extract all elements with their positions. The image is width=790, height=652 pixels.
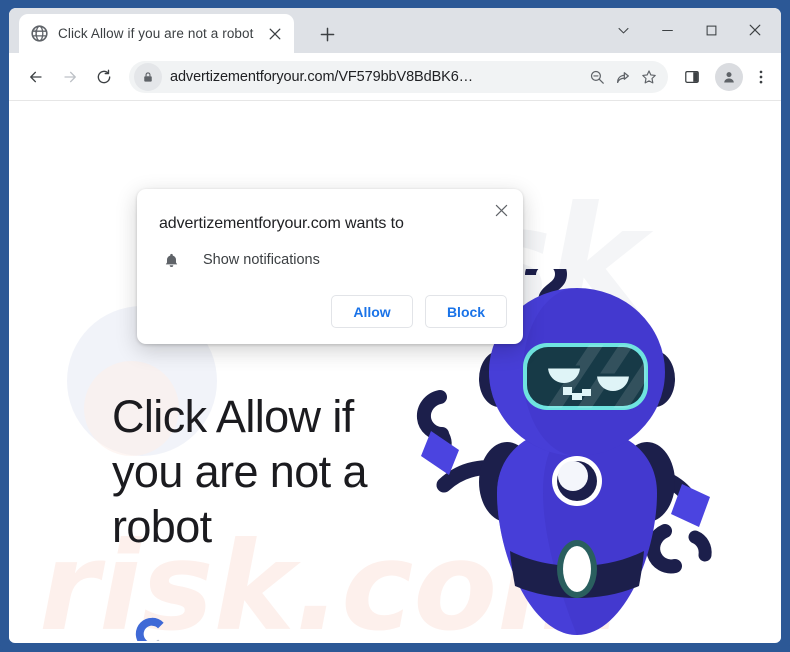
dialog-title: advertizementforyour.com wants to: [159, 215, 404, 232]
minimize-icon[interactable]: [645, 12, 689, 48]
profile-avatar-icon[interactable]: [715, 62, 743, 91]
tab-close-icon[interactable]: [264, 23, 286, 45]
notification-permission-dialog: advertizementforyour.com wants to Show n…: [137, 189, 523, 344]
browser-toolbar: advertizementforyour.com/VF579bbV8BdBK6…: [9, 53, 781, 101]
browser-chrome: Click Allow if you are not a robot adver…: [9, 8, 781, 643]
new-tab-button[interactable]: [314, 21, 340, 47]
tab-title: Click Allow if you are not a robot: [58, 26, 254, 41]
page-headline: Click Allow if you are not a robot: [112, 391, 367, 552]
maximize-icon[interactable]: [689, 12, 733, 48]
globe-icon: [31, 25, 48, 42]
reload-button[interactable]: [87, 60, 121, 94]
address-bar[interactable]: advertizementforyour.com/VF579bbV8BdBK6…: [129, 60, 668, 93]
dialog-actions: Allow Block: [331, 295, 507, 328]
permission-row: Show notifications: [161, 250, 320, 270]
permission-text: Show notifications: [203, 252, 320, 268]
side-panel-icon[interactable]: [677, 62, 707, 92]
tab-search-chevron-down-icon[interactable]: [601, 12, 645, 48]
star-icon[interactable]: [636, 64, 662, 90]
share-icon[interactable]: [610, 64, 636, 90]
e-captcha-logo: E-CAPTCHA: [121, 613, 183, 641]
captcha-c-icon: [135, 617, 164, 641]
page-viewport: pcrisk risk.com Click Allow if you are n…: [9, 101, 781, 641]
browser-tab[interactable]: Click Allow if you are not a robot: [19, 14, 294, 53]
zoom-out-icon[interactable]: [584, 64, 610, 90]
block-button[interactable]: Block: [425, 295, 507, 328]
window-controls: [601, 12, 777, 48]
allow-button[interactable]: Allow: [331, 295, 413, 328]
close-icon[interactable]: [733, 12, 777, 48]
tab-strip: Click Allow if you are not a robot: [9, 8, 781, 53]
back-button[interactable]: [19, 60, 53, 94]
forward-button[interactable]: [53, 60, 87, 94]
browser-window: Click Allow if you are not a robot adver…: [0, 0, 790, 652]
lock-icon[interactable]: [134, 62, 162, 91]
dialog-close-icon[interactable]: [487, 196, 515, 224]
three-dot-menu-icon[interactable]: [747, 62, 775, 92]
bell-icon: [161, 250, 181, 270]
url-text[interactable]: advertizementforyour.com/VF579bbV8BdBK6…: [170, 69, 584, 85]
